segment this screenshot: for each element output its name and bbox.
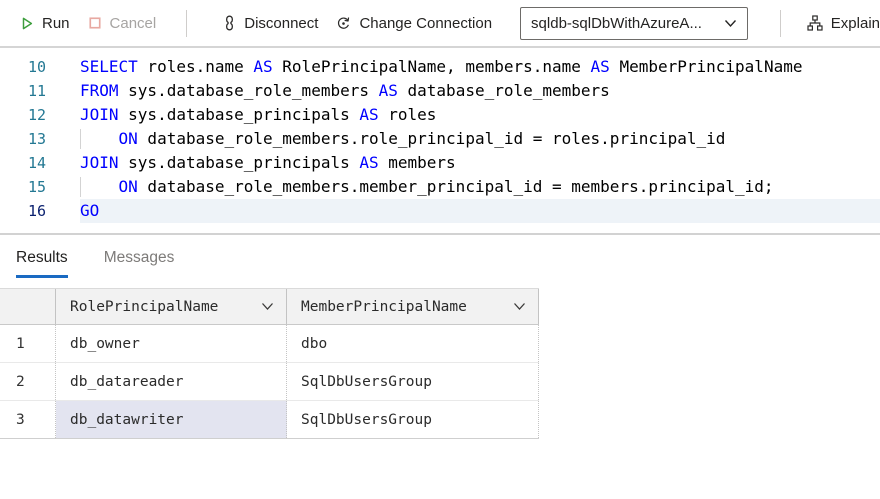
table-cell[interactable]: SqlDbUsersGroup xyxy=(287,363,539,400)
sql-text: roles.name xyxy=(138,57,254,76)
code-line[interactable]: 10 SELECT roles.name AS RolePrincipalName… xyxy=(0,55,880,79)
sql-text: sys.database_principals xyxy=(119,105,360,124)
disconnect-button[interactable]: Disconnect xyxy=(223,15,318,32)
run-button[interactable]: Run xyxy=(20,15,70,32)
sql-text: sys.database_role_members xyxy=(119,81,379,100)
row-number[interactable]: 1 xyxy=(0,325,56,362)
sql-keyword: AS xyxy=(359,105,378,124)
disconnect-label: Disconnect xyxy=(244,15,318,32)
table-cell[interactable]: db_datawriter xyxy=(56,401,287,438)
results-tabs: Results Messages xyxy=(0,235,880,278)
sql-keyword: ON xyxy=(119,177,138,196)
sql-keyword: AS xyxy=(253,57,272,76)
sql-text: database_role_members.role_principal_id … xyxy=(138,129,726,148)
connection-dropdown[interactable]: sqldb-sqlDbWithAzureA... xyxy=(520,7,748,40)
toolbar-separator xyxy=(186,10,187,37)
toolbar-separator xyxy=(780,10,781,37)
change-connection-label: Change Connection xyxy=(359,15,492,32)
sql-keyword: AS xyxy=(379,81,398,100)
tab-results[interactable]: Results xyxy=(16,249,68,278)
table-row: 3db_datawriterSqlDbUsersGroup xyxy=(0,401,539,439)
table-cell[interactable]: db_owner xyxy=(56,325,287,362)
table-cell[interactable]: SqlDbUsersGroup xyxy=(287,401,539,438)
chevron-down-icon[interactable] xyxy=(261,299,274,315)
sql-text: database_role_members.member_principal_i… xyxy=(138,177,774,196)
sql-text: MemberPrincipalName xyxy=(610,57,803,76)
column-header-memberprincipalname[interactable]: MemberPrincipalName xyxy=(287,289,539,324)
code-text[interactable]: JOIN sys.database_principals AS roles xyxy=(80,103,880,127)
results-panel: Results Messages RolePrincipalName Membe… xyxy=(0,235,880,439)
cancel-label: Cancel xyxy=(110,15,157,32)
sql-keyword: ON xyxy=(119,129,138,148)
results-grid: RolePrincipalName MemberPrincipalName 1d… xyxy=(0,288,539,439)
chevron-down-icon[interactable] xyxy=(513,299,526,315)
sql-text xyxy=(80,177,119,196)
change-connection-button[interactable]: Change Connection xyxy=(336,15,492,32)
sql-keyword: FROM xyxy=(80,81,119,100)
indent-guide xyxy=(80,177,81,197)
org-chart-icon xyxy=(807,15,823,31)
connection-dropdown-value: sqldb-sqlDbWithAzureA... xyxy=(531,15,702,32)
row-number[interactable]: 2 xyxy=(0,363,56,400)
query-toolbar: Run Cancel Disconnect Change Connection xyxy=(0,0,880,48)
code-line[interactable]: 14 JOIN sys.database_principals AS member… xyxy=(0,151,880,175)
code-editor[interactable]: 10 SELECT roles.name AS RolePrincipalName… xyxy=(0,48,880,235)
code-line[interactable]: 16 GO xyxy=(0,199,880,223)
line-number: 14 xyxy=(0,151,46,175)
table-cell[interactable]: db_datareader xyxy=(56,363,287,400)
code-text[interactable]: JOIN sys.database_principals AS members xyxy=(80,151,880,175)
sql-text: RolePrincipalName, members.name xyxy=(273,57,591,76)
sql-keyword: JOIN xyxy=(80,105,119,124)
sql-text: database_role_members xyxy=(398,81,610,100)
code-line[interactable]: 12 JOIN sys.database_principals AS roles xyxy=(0,103,880,127)
code-lines: 10 SELECT roles.name AS RolePrincipalName… xyxy=(0,55,880,223)
table-row: 1db_ownerdbo xyxy=(0,325,539,363)
sql-text: sys.database_principals xyxy=(119,153,360,172)
line-number: 16 xyxy=(0,199,46,223)
line-number: 10 xyxy=(0,55,46,79)
code-text[interactable]: ON database_role_members.role_principal_… xyxy=(80,127,880,151)
line-number: 13 xyxy=(0,127,46,151)
sql-keyword: AS xyxy=(591,57,610,76)
code-text[interactable]: GO xyxy=(80,199,880,223)
column-header-label: RolePrincipalName xyxy=(70,299,218,315)
disconnect-link-icon xyxy=(223,15,236,31)
line-number: 11 xyxy=(0,79,46,103)
column-header-roleprincipalname[interactable]: RolePrincipalName xyxy=(56,289,287,324)
sql-keyword: GO xyxy=(80,201,99,220)
code-line[interactable]: 11 FROM sys.database_role_members AS data… xyxy=(0,79,880,103)
sql-keyword: SELECT xyxy=(80,57,138,76)
code-text[interactable]: SELECT roles.name AS RolePrincipalName, … xyxy=(80,55,880,79)
sql-text: roles xyxy=(379,105,437,124)
sql-keyword: AS xyxy=(359,153,378,172)
indent-guide xyxy=(80,129,81,149)
row-number[interactable]: 3 xyxy=(0,401,56,438)
sql-text xyxy=(80,129,119,148)
grid-body: 1db_ownerdbo2db_datareaderSqlDbUsersGrou… xyxy=(0,325,539,439)
sql-keyword: JOIN xyxy=(80,153,119,172)
refresh-connection-icon xyxy=(336,16,351,31)
run-label: Run xyxy=(42,15,70,32)
code-line[interactable]: 15 ON database_role_members.member_princ… xyxy=(0,175,880,199)
table-row: 2db_datareaderSqlDbUsersGroup xyxy=(0,363,539,401)
code-text[interactable]: FROM sys.database_role_members AS databa… xyxy=(80,79,880,103)
grid-header: RolePrincipalName MemberPrincipalName xyxy=(0,288,539,325)
stop-square-icon xyxy=(88,16,102,30)
explain-button[interactable]: Explain xyxy=(807,15,880,32)
table-cell[interactable]: dbo xyxy=(287,325,539,362)
cancel-button[interactable]: Cancel xyxy=(88,15,157,32)
line-number: 15 xyxy=(0,175,46,199)
row-number-header xyxy=(0,289,56,324)
explain-label: Explain xyxy=(831,15,880,32)
code-text[interactable]: ON database_role_members.member_principa… xyxy=(80,175,880,199)
sql-text: members xyxy=(379,153,456,172)
line-number: 12 xyxy=(0,103,46,127)
tab-messages[interactable]: Messages xyxy=(104,249,175,278)
play-icon xyxy=(20,16,34,31)
column-header-label: MemberPrincipalName xyxy=(301,299,467,315)
chevron-down-icon xyxy=(724,15,737,32)
code-line[interactable]: 13 ON database_role_members.role_princip… xyxy=(0,127,880,151)
